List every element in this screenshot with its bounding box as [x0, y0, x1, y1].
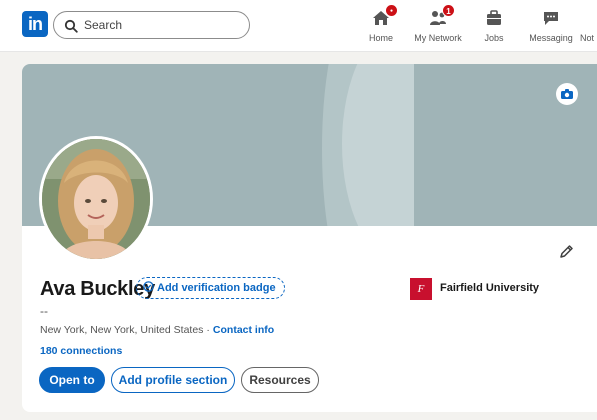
edit-banner-button[interactable]: [556, 83, 578, 105]
briefcase-icon: [487, 10, 501, 25]
nav-label-jobs: Jobs: [484, 33, 504, 43]
search-placeholder: Search: [84, 18, 123, 32]
verification-label: Add verification badge: [157, 282, 276, 294]
nav-item-notifications[interactable]: Not: [580, 6, 597, 46]
notification-badge: ●: [385, 4, 398, 17]
nav-label-notifications: Not: [580, 33, 595, 43]
profile-photo-image: [42, 139, 150, 259]
profile-photo[interactable]: [39, 136, 153, 262]
nav-label-my-network: My Network: [414, 33, 462, 43]
nav-item-my-network[interactable]: 1 My Network: [412, 4, 464, 46]
connections-link[interactable]: 180 connections: [40, 345, 122, 357]
education-name: Fairfield University: [440, 282, 540, 294]
camera-icon: [561, 89, 573, 99]
notification-badge: 1: [442, 4, 455, 17]
profile-card: Ava Buckley Add verification badge -- Ne…: [22, 64, 597, 412]
add-profile-section-button[interactable]: Add profile section: [111, 367, 235, 393]
notifications-icon: [580, 9, 597, 27]
nav-item-home[interactable]: ● Home: [364, 4, 398, 46]
separator-dot: ·: [206, 324, 210, 336]
profile-headline: --: [40, 304, 48, 318]
profile-location: New York, New York, United States: [40, 324, 204, 336]
messaging-icon: [544, 12, 558, 25]
top-navigation-bar: in Search ● Home 1 My Network Jobs Messa…: [0, 0, 597, 52]
nav-item-messaging[interactable]: Messaging: [528, 6, 574, 46]
profile-location-row: New York, New York, United States · Contac…: [40, 324, 274, 336]
pencil-icon[interactable]: [558, 244, 574, 260]
open-to-button[interactable]: Open to: [39, 367, 105, 393]
nav-label-messaging: Messaging: [529, 33, 573, 43]
search-icon: [64, 19, 78, 33]
contact-info-link[interactable]: Contact info: [213, 324, 274, 336]
resources-button[interactable]: Resources: [241, 367, 319, 393]
fairfield-university-logo: F: [410, 278, 432, 300]
verified-shield-icon: [143, 281, 154, 292]
add-verification-badge-button[interactable]: Add verification badge: [136, 277, 285, 299]
nav-item-jobs[interactable]: Jobs: [479, 6, 509, 46]
nav-label-home: Home: [368, 33, 393, 43]
search-input[interactable]: Search: [53, 11, 250, 39]
linkedin-logo[interactable]: in: [22, 11, 48, 37]
